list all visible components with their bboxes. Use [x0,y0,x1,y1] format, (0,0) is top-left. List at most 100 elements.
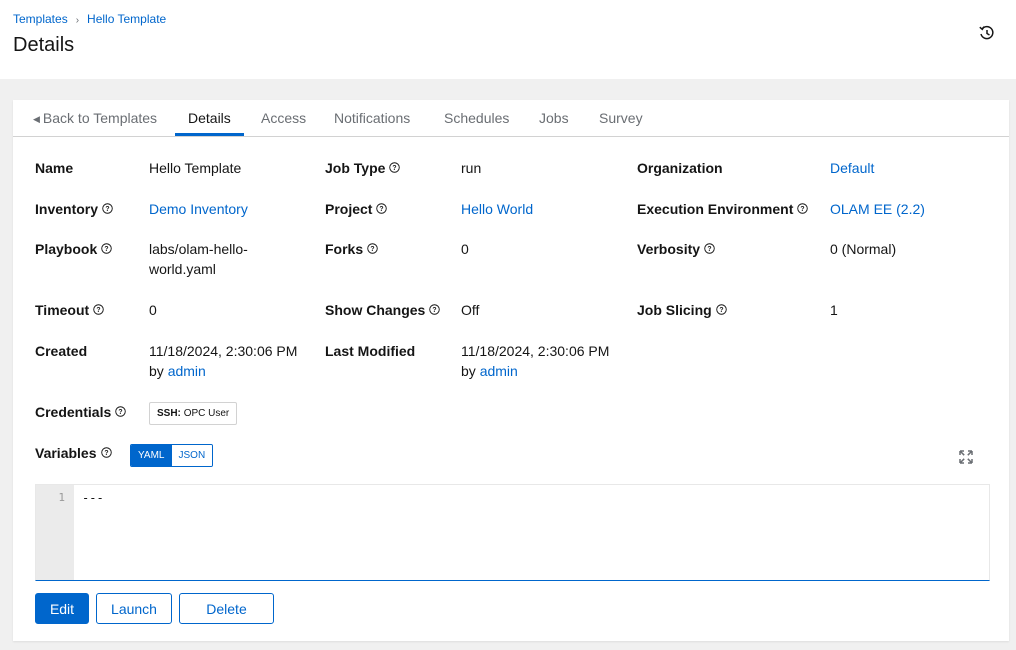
created-date: 11/18/2024, 2:30:06 PM [149,343,298,359]
tab-jobs[interactable]: Jobs [539,110,569,136]
svg-text:?: ? [97,307,101,314]
last-modified-label: Last Modified [325,343,416,359]
execution-environment-label: Execution Environment? [637,201,809,217]
credentials-label: Credentials? [35,404,126,420]
inventory-label: Inventory? [35,201,113,217]
svg-text:?: ? [119,409,123,416]
tab-back-to-templates[interactable]: ◀ Back to Templates [33,110,157,136]
svg-text:?: ? [105,206,109,213]
svg-text:?: ? [380,206,384,213]
page-title: Details [13,34,75,56]
tab-label: Back to Templates [42,110,158,126]
job-type-label: Job Type? [325,160,401,176]
expand-icon[interactable] [959,450,973,464]
svg-text:?: ? [393,165,397,172]
forks-value: 0 [461,241,469,257]
name-value: Hello Template [149,160,242,176]
edit-button[interactable]: Edit [35,593,89,624]
tab-survey[interactable]: Survey [599,110,643,136]
launch-button[interactable]: Launch [96,593,172,624]
inventory-link[interactable]: Demo Inventory [149,199,248,219]
playbook-label: Playbook? [35,241,112,257]
help-icon[interactable]: ? [704,243,715,254]
tab-label: Schedules [444,110,510,126]
svg-text:?: ? [719,307,723,314]
help-icon[interactable]: ? [389,162,401,173]
history-icon[interactable] [978,24,996,42]
show-changes-label: Show Changes? [325,302,441,318]
created-label: Created [35,343,88,359]
editor-content[interactable]: --- [82,491,104,505]
editor-gutter: 1 [36,485,74,580]
credential-name: OPC User [183,408,230,419]
tab-access[interactable]: Access [261,110,306,136]
tab-label: Details [188,110,231,126]
created-by-user-link[interactable]: admin [168,363,206,379]
project-link[interactable]: Hello World [461,199,533,219]
svg-text:?: ? [105,246,109,253]
name-label: Name [35,160,74,176]
breadcrumb-separator: › [75,15,80,26]
tab-bar: ◀ Back to Templates Details Access Notifi… [13,100,1009,137]
playbook-value-line2: world.yaml [149,261,216,277]
playbook-value-line1: labs/olam-hello- [149,241,248,257]
execution-environment-link[interactable]: OLAM EE (2.2) [830,199,925,219]
help-icon[interactable]: ? [100,447,112,458]
created-by: by admin [149,363,206,379]
help-icon[interactable]: ? [376,203,388,214]
show-changes-value: Off [461,302,480,318]
tab-schedules[interactable]: Schedules [444,110,509,136]
verbosity-label: Verbosity? [637,241,715,257]
organization-label: Organization [637,160,723,176]
last-modified-by-user-link[interactable]: admin [480,363,518,379]
last-modified-by: by admin [461,363,518,379]
job-slicing-value: 1 [830,302,838,318]
timeout-value: 0 [149,302,157,318]
last-modified-date: 11/18/2024, 2:30:06 PM [461,343,610,359]
help-icon[interactable]: ? [101,243,112,254]
help-icon[interactable]: ? [367,243,378,254]
svg-text:?: ? [707,246,711,253]
tab-label: Access [261,110,307,126]
credential-chip[interactable]: SSH: OPC User [149,402,238,425]
help-icon[interactable]: ? [102,203,113,214]
caret-left-icon: ◀ [33,114,40,124]
variables-code-editor[interactable]: 1 --- [35,484,990,581]
help-icon[interactable]: ? [429,304,441,315]
help-icon[interactable]: ? [715,304,727,315]
tab-label: Notifications [334,110,411,126]
svg-text:?: ? [371,246,375,253]
svg-text:?: ? [104,450,108,457]
template-details-card: ◀ Back to Templates Details Access Notifi… [13,100,1009,641]
variables-format-toggle: YAML JSON [130,444,214,467]
breadcrumb: Templates › Hello Template [13,12,166,26]
job-slicing-label: Job Slicing? [637,302,727,318]
created-value: 11/18/2024, 2:30:06 PM by admin [149,341,297,381]
help-icon[interactable]: ? [93,304,104,315]
organization-link[interactable]: Default [830,158,874,178]
credential-type: SSH: [157,408,181,419]
page-header: Templates › Hello Template Details [0,0,1016,79]
tab-label: Survey [599,110,643,126]
tab-label: Jobs [539,110,569,126]
variables-label: Variables? [35,445,112,461]
job-type-value: run [461,160,482,176]
breadcrumb-current[interactable]: Hello Template [87,12,166,26]
yaml-toggle-button[interactable]: YAML [131,445,172,466]
json-toggle-button[interactable]: JSON [171,445,213,466]
tab-details[interactable]: Details [175,110,244,136]
last-modified-value: 11/18/2024, 2:30:06 PM by admin [461,341,609,381]
delete-button[interactable]: Delete [179,593,274,624]
svg-text:?: ? [801,206,805,213]
help-icon[interactable]: ? [115,406,126,417]
help-icon[interactable]: ? [797,203,809,214]
playbook-value: labs/olam-hello- world.yaml [149,239,248,279]
project-label: Project? [325,201,388,217]
tab-notifications[interactable]: Notifications [334,110,410,136]
verbosity-value: 0 (Normal) [830,241,897,257]
svg-text:?: ? [433,307,437,314]
breadcrumb-templates-link[interactable]: Templates [13,12,68,26]
timeout-label: Timeout? [35,302,104,318]
line-number: 1 [58,491,65,504]
forks-label: Forks? [325,241,378,257]
